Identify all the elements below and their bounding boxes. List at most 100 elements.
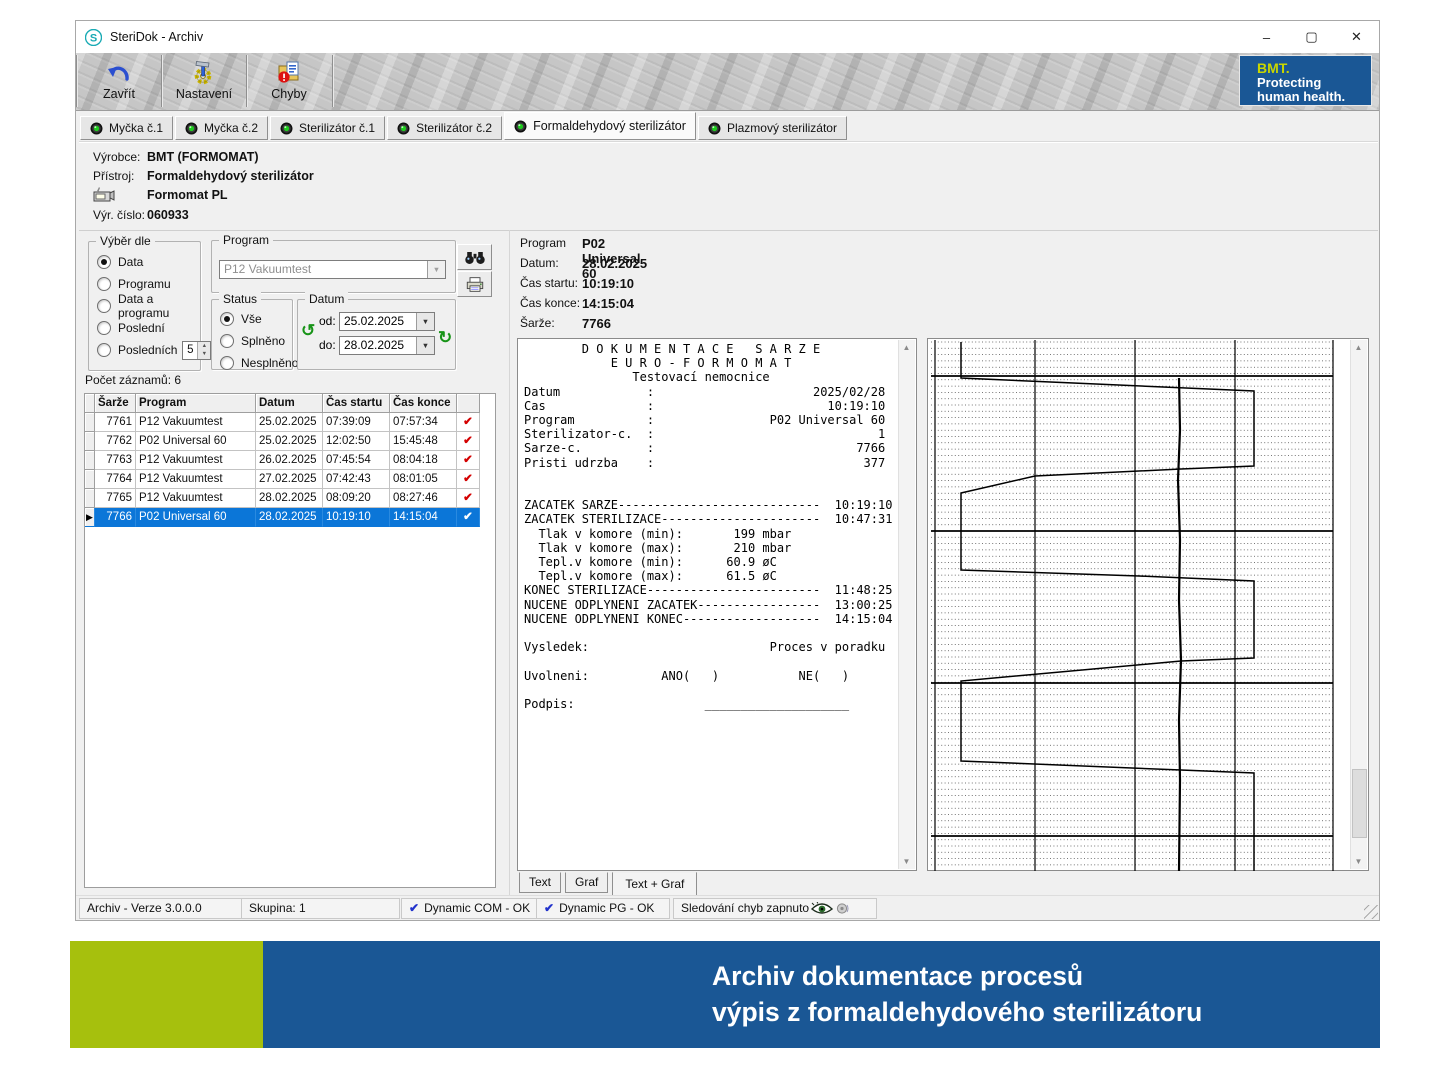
cell-sarze[interactable]: 7763 [95,451,136,470]
search-button[interactable] [457,244,492,270]
column-header[interactable] [85,394,95,413]
document-scrollbar[interactable]: ▲ ▼ [898,340,915,869]
cell-program[interactable]: P12 Vakuumtest [136,451,256,470]
column-header[interactable]: Čas konce [390,394,457,413]
cell-konec[interactable]: 08:01:05 [390,470,457,489]
cell-konec[interactable]: 07:57:34 [390,413,457,432]
cell-sarze[interactable]: 7765 [95,489,136,508]
select-by-option-5[interactable]: Posledních5▲▼ [89,339,200,361]
row-marker[interactable] [85,470,95,489]
device-tab-4[interactable]: Sterilizátor č.2 [387,116,502,140]
status-option-2[interactable]: Splněno [212,330,292,352]
select-by-option-1[interactable]: Data [89,251,200,273]
cell-start[interactable]: 10:19:10 [323,508,390,527]
radio-icon[interactable] [97,321,111,335]
close-archive-button[interactable]: Zavřít [79,55,159,107]
chevron-down-icon[interactable]: ▼ [416,313,434,330]
cell-konec[interactable]: 08:04:18 [390,451,457,470]
status-label: Nesplněno [241,356,298,370]
cell-start[interactable]: 07:39:09 [323,413,390,432]
minimize-button[interactable]: – [1244,21,1289,53]
cell-konec[interactable]: 08:27:46 [390,489,457,508]
cell-program[interactable]: P12 Vakuumtest [136,413,256,432]
radio-icon[interactable] [97,343,111,357]
cell-sarze[interactable]: 7764 [95,470,136,489]
spinner-up-icon[interactable]: ▲ [198,342,210,351]
radio-icon[interactable] [220,312,234,326]
radio-icon[interactable] [97,277,111,291]
cell-datum[interactable]: 25.02.2025 [256,432,323,451]
row-marker[interactable] [85,451,95,470]
cell-sarze[interactable]: 7761 [95,413,136,432]
rotate-right-icon[interactable]: ↻ [438,330,452,346]
detail-pane: ProgramP02 Universal 60Datum:28.02.2025Č… [509,230,1376,898]
device-tab-5[interactable]: Formaldehydový sterilizátor [504,112,696,140]
cell-sarze[interactable]: 7766 [95,508,136,527]
print-button[interactable] [457,271,492,297]
column-header[interactable]: Datum [256,394,323,413]
cell-start[interactable]: 08:09:20 [323,489,390,508]
cell-datum[interactable]: 25.02.2025 [256,413,323,432]
column-header[interactable]: Program [136,394,256,413]
settings-button[interactable]: Nastavení [164,55,244,107]
chevron-down-icon[interactable]: ▼ [416,337,434,354]
cell-program[interactable]: P12 Vakuumtest [136,489,256,508]
row-marker[interactable]: ▶ [85,508,95,527]
cell-start[interactable]: 12:02:50 [323,432,390,451]
column-header[interactable] [457,394,480,413]
errors-button[interactable]: Chyby [249,55,329,107]
cell-datum[interactable]: 28.02.2025 [256,508,323,527]
program-combo[interactable]: P12 Vakuumtest ▼ [219,260,446,279]
cell-sarze[interactable]: 7762 [95,432,136,451]
row-marker[interactable] [85,413,95,432]
cell-konec[interactable]: 15:45:48 [390,432,457,451]
tab-text-graf[interactable]: Text + Graf [612,872,697,897]
tab-graf[interactable]: Graf [565,872,608,893]
select-by-option-4[interactable]: Poslední [89,317,200,339]
column-header[interactable]: Šarže [95,394,136,413]
cell-program[interactable]: P02 Universal 60 [136,508,256,527]
device-tab-2[interactable]: Myčka č.2 [175,116,268,140]
cell-program[interactable]: P12 Vakuumtest [136,470,256,489]
scrollbar-thumb[interactable] [1352,769,1367,838]
row-marker[interactable] [85,489,95,508]
radio-icon[interactable] [97,299,111,313]
device-tab-6[interactable]: Plazmový sterilizátor [698,116,847,140]
radio-icon[interactable] [220,334,234,348]
cell-program[interactable]: P02 Universal 60 [136,432,256,451]
bmt-logo-line2: Protecting [1257,76,1371,91]
maximize-button[interactable]: ▢ [1289,21,1334,53]
date-to-combo[interactable]: 28.02.2025 ▼ [339,336,435,355]
spinner-arrows[interactable]: ▲▼ [197,342,210,359]
row-marker[interactable] [85,432,95,451]
close-button[interactable]: ✕ [1334,21,1379,53]
status-led-icon [397,122,410,135]
column-header[interactable]: Čas startu [323,394,390,413]
cell-datum[interactable]: 26.02.2025 [256,451,323,470]
radio-icon[interactable] [97,255,111,269]
cell-datum[interactable]: 27.02.2025 [256,470,323,489]
cell-datum[interactable]: 28.02.2025 [256,489,323,508]
resize-grip[interactable] [1364,905,1378,919]
status-com: ✔Dynamic COM - OK [401,898,537,919]
status-option-3[interactable]: Nesplněno [212,352,292,374]
date-from-combo[interactable]: 25.02.2025 ▼ [339,312,435,331]
graph-scrollbar[interactable]: ▲ ▼ [1350,340,1367,869]
scroll-down-icon[interactable]: ▼ [1351,854,1366,869]
last-n-spinner[interactable]: 5▲▼ [182,341,211,360]
scroll-up-icon[interactable]: ▲ [1351,340,1366,355]
device-tab-3[interactable]: Sterilizátor č.1 [270,116,385,140]
status-option-1[interactable]: Vše [212,308,292,330]
spinner-down-icon[interactable]: ▼ [198,350,210,359]
tab-text[interactable]: Text [519,872,561,893]
cell-start[interactable]: 07:42:43 [323,470,390,489]
device-tab-1[interactable]: Myčka č.1 [80,116,173,140]
cell-konec[interactable]: 14:15:04 [390,508,457,527]
scroll-down-icon[interactable]: ▼ [899,854,914,869]
chevron-down-icon[interactable]: ▼ [427,261,445,278]
cell-start[interactable]: 07:45:54 [323,451,390,470]
scroll-up-icon[interactable]: ▲ [899,340,914,355]
select-by-option-3[interactable]: Data a programu [89,295,200,317]
radio-icon[interactable] [220,356,234,370]
rotate-left-icon[interactable]: ↺ [301,323,315,339]
